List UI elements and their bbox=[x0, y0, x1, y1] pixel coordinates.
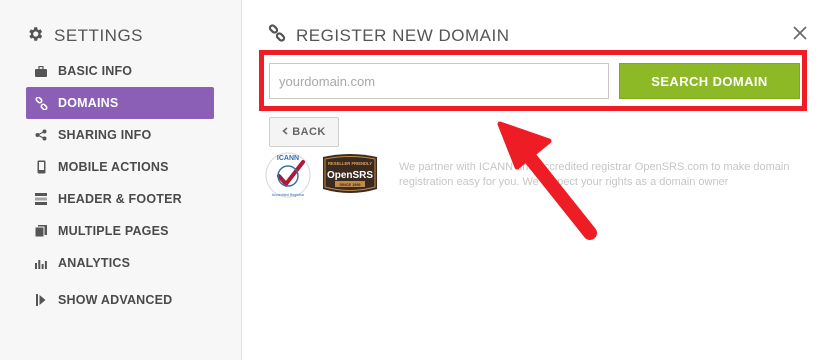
mobile-icon bbox=[34, 160, 48, 174]
back-button[interactable]: BACK bbox=[269, 117, 339, 147]
link-icon bbox=[34, 96, 48, 110]
opensrs-logo-text: OpenSRS bbox=[327, 170, 373, 181]
gear-icon bbox=[26, 25, 44, 48]
sidebar-header: SETTINGS bbox=[26, 24, 143, 48]
opensrs-logo-top-text: RESELLER FRIENDLY bbox=[328, 161, 372, 166]
register-domain-panel: REGISTER NEW DOMAIN SEARCH DOMAIN BACK I… bbox=[243, 0, 830, 360]
share-icon bbox=[34, 128, 48, 142]
page-title: REGISTER NEW DOMAIN bbox=[296, 25, 510, 45]
panel-header: REGISTER NEW DOMAIN bbox=[268, 24, 510, 47]
briefcase-icon bbox=[34, 64, 48, 78]
back-button-label: BACK bbox=[292, 126, 326, 138]
sidebar-item-label: ANALYTICS bbox=[58, 256, 131, 270]
sidebar-item-basic-info[interactable]: BASIC INFO bbox=[26, 55, 214, 87]
sidebar-item-label: HEADER & FOOTER bbox=[58, 192, 182, 206]
search-domain-button[interactable]: SEARCH DOMAIN bbox=[619, 63, 800, 99]
opensrs-logo-bottom-text: SINCE 1999 bbox=[339, 183, 360, 187]
sidebar-item-show-advanced[interactable]: SHOW ADVANCED bbox=[26, 284, 214, 316]
chevron-left-icon bbox=[282, 126, 288, 138]
domain-search-input[interactable] bbox=[269, 63, 609, 99]
sidebar-item-label: SHOW ADVANCED bbox=[58, 293, 173, 307]
sidebar-item-domains[interactable]: DOMAINS bbox=[26, 87, 214, 119]
sidebar-item-label: BASIC INFO bbox=[58, 64, 133, 78]
icann-logo-text: ICANN bbox=[277, 155, 299, 162]
sidebar-item-analytics[interactable]: ANALYTICS bbox=[26, 247, 214, 279]
sidebar-item-multiple-pages[interactable]: MULTIPLE PAGES bbox=[26, 215, 214, 247]
link-icon bbox=[268, 24, 286, 47]
sidebar-item-label: DOMAINS bbox=[58, 96, 119, 110]
expand-icon bbox=[34, 293, 48, 307]
sidebar-item-label: MOBILE ACTIONS bbox=[58, 160, 169, 174]
sidebar-item-label: MULTIPLE PAGES bbox=[58, 224, 169, 238]
header-footer-icon bbox=[34, 192, 48, 206]
close-icon[interactable] bbox=[792, 25, 808, 41]
partner-info-text: We partner with ICANN and accredited reg… bbox=[399, 161, 790, 188]
sidebar-item-mobile-actions[interactable]: MOBILE ACTIONS bbox=[26, 151, 214, 183]
bar-chart-icon bbox=[34, 256, 48, 270]
settings-sidebar: SETTINGS BASIC INFO DOMAINS SHARING INFO… bbox=[0, 0, 242, 360]
sidebar-item-label: SHARING INFO bbox=[58, 128, 152, 142]
sidebar-title: SETTINGS bbox=[54, 26, 144, 45]
opensrs-logo: RESELLER FRIENDLY OpenSRS SINCE 1999 bbox=[319, 153, 381, 195]
settings-nav: BASIC INFO DOMAINS SHARING INFO MOBILE A… bbox=[26, 55, 214, 316]
sidebar-item-header-footer[interactable]: HEADER & FOOTER bbox=[26, 183, 214, 215]
sidebar-item-sharing-info[interactable]: SHARING INFO bbox=[26, 119, 214, 151]
icann-logo-subtext: Accredited Registrar bbox=[272, 193, 305, 197]
icann-logo: ICANN Accredited Registrar bbox=[263, 150, 313, 200]
pages-icon bbox=[34, 224, 48, 238]
